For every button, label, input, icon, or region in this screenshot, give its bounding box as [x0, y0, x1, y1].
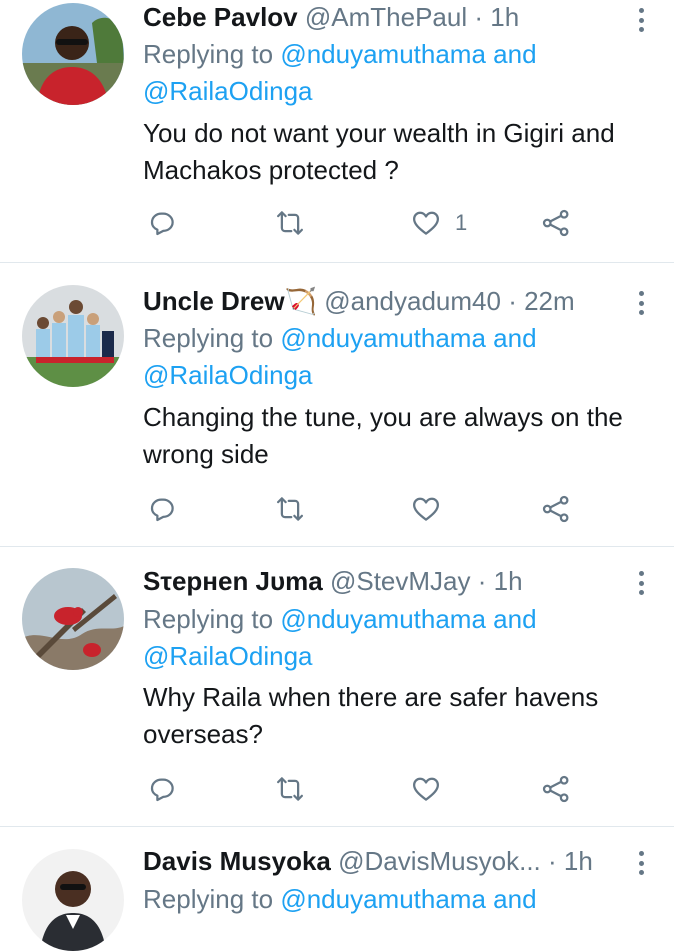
replying-prefix: Replying to — [143, 39, 274, 69]
replying-to: Replying to @nduyamuthama and @RailaOdin… — [143, 36, 653, 110]
reply-icon — [150, 212, 174, 236]
mention-link[interactable]: @RailaOdinga — [143, 360, 312, 390]
share-icon — [542, 775, 569, 803]
avatar[interactable] — [22, 285, 124, 387]
like-button[interactable]: 1 — [411, 205, 467, 241]
replying-prefix: Replying to — [143, 884, 274, 914]
tweet-header: Sτepнen Jυma @StevMJay · 1h — [143, 564, 614, 598]
retweet-icon — [277, 211, 303, 235]
retweet-button[interactable] — [275, 491, 305, 527]
timestamp[interactable]: 1h — [494, 566, 523, 596]
tweet-header: Davis Musyoka @DavisMusyok... · 1h — [143, 844, 614, 878]
separator: · — [548, 846, 557, 876]
more-options-icon[interactable] — [632, 849, 650, 877]
tweet-actions — [143, 771, 583, 807]
tweet-text: You do not want your wealth in Gigiri an… — [143, 118, 615, 185]
separator: · — [474, 2, 484, 32]
user-handle[interactable]: @AmThePaul — [305, 2, 467, 32]
tweet-item[interactable]: Cebe Pavlov @AmThePaul · 1h Replying to … — [0, 0, 674, 263]
replying-to: Replying to @nduyamuthama and — [143, 881, 653, 918]
more-options-icon[interactable] — [632, 6, 650, 34]
retweet-icon — [277, 777, 303, 801]
like-count: 1 — [455, 210, 468, 235]
share-button[interactable] — [541, 771, 571, 807]
avatar[interactable] — [22, 568, 124, 670]
replying-to: Replying to @nduyamuthama and @RailaOdin… — [143, 601, 653, 675]
mention-and[interactable]: and — [493, 323, 536, 353]
reply-button[interactable] — [147, 771, 177, 807]
share-button[interactable] — [541, 491, 571, 527]
display-name[interactable]: Cebe Pavlov — [143, 2, 298, 32]
retweet-icon — [277, 497, 303, 521]
replying-prefix: Replying to — [143, 323, 274, 353]
heart-icon — [413, 777, 439, 801]
mention-link[interactable]: @nduyamuthama — [280, 323, 486, 353]
more-options-icon[interactable] — [632, 289, 650, 317]
tweet-actions: 1 — [143, 205, 583, 241]
more-options-icon[interactable] — [632, 569, 650, 597]
share-button[interactable] — [541, 205, 571, 241]
share-icon — [542, 495, 569, 523]
timestamp[interactable]: 22m — [524, 286, 575, 316]
display-name[interactable]: Uncle Drew🏹 — [143, 286, 317, 316]
mention-and[interactable]: and — [493, 604, 536, 634]
like-button[interactable] — [411, 491, 441, 527]
display-name[interactable]: Davis Musyoka — [143, 846, 331, 876]
user-handle[interactable]: @StevMJay — [330, 566, 471, 596]
tweet-item[interactable]: Uncle Drew🏹 @andyadum40 · 22m Replying t… — [0, 263, 674, 547]
mention-link[interactable]: @RailaOdinga — [143, 76, 312, 106]
timestamp[interactable]: 1h — [490, 2, 519, 32]
user-handle[interactable]: @DavisMusyok... — [338, 846, 541, 876]
mention-link[interactable]: @nduyamuthama — [280, 604, 486, 634]
reply-button[interactable] — [147, 205, 177, 241]
tweet-text: Changing the tune, you are always on the… — [143, 402, 623, 469]
mention-and[interactable]: and — [493, 39, 536, 69]
retweet-button[interactable] — [275, 771, 305, 807]
heart-icon — [413, 497, 439, 521]
tweet-item[interactable]: Davis Musyoka @DavisMusyok... · 1h Reply… — [0, 827, 674, 951]
reply-button[interactable] — [147, 491, 177, 527]
avatar[interactable] — [22, 3, 124, 105]
heart-icon — [413, 211, 439, 235]
tweet-item[interactable]: Sτepнen Jυma @StevMJay · 1h Replying to … — [0, 547, 674, 827]
reply-icon — [150, 778, 174, 802]
replies-feed: Cebe Pavlov @AmThePaul · 1h Replying to … — [0, 0, 674, 951]
like-button[interactable] — [411, 771, 441, 807]
timestamp[interactable]: 1h — [564, 846, 593, 876]
mention-link[interactable]: @nduyamuthama — [280, 39, 486, 69]
tweet-header: Cebe Pavlov @AmThePaul · 1h — [143, 0, 614, 34]
tweet-actions — [143, 491, 583, 527]
reply-icon — [150, 498, 174, 522]
display-name[interactable]: Sτepнen Jυma — [143, 566, 323, 596]
avatar[interactable] — [22, 849, 124, 951]
mention-link[interactable]: @RailaOdinga — [143, 641, 312, 671]
mention-and[interactable]: and — [493, 884, 536, 914]
replying-prefix: Replying to — [143, 604, 274, 634]
separator: · — [477, 566, 487, 596]
user-handle[interactable]: @andyadum40 — [324, 286, 501, 316]
mention-link[interactable]: @nduyamuthama — [280, 884, 486, 914]
tweet-header: Uncle Drew🏹 @andyadum40 · 22m — [143, 284, 614, 318]
tweet-text: Why Raila when there are safer havens ov… — [143, 682, 599, 749]
replying-to: Replying to @nduyamuthama and @RailaOdin… — [143, 320, 653, 394]
retweet-button[interactable] — [275, 205, 305, 241]
share-icon — [542, 209, 569, 237]
separator: · — [508, 286, 517, 316]
